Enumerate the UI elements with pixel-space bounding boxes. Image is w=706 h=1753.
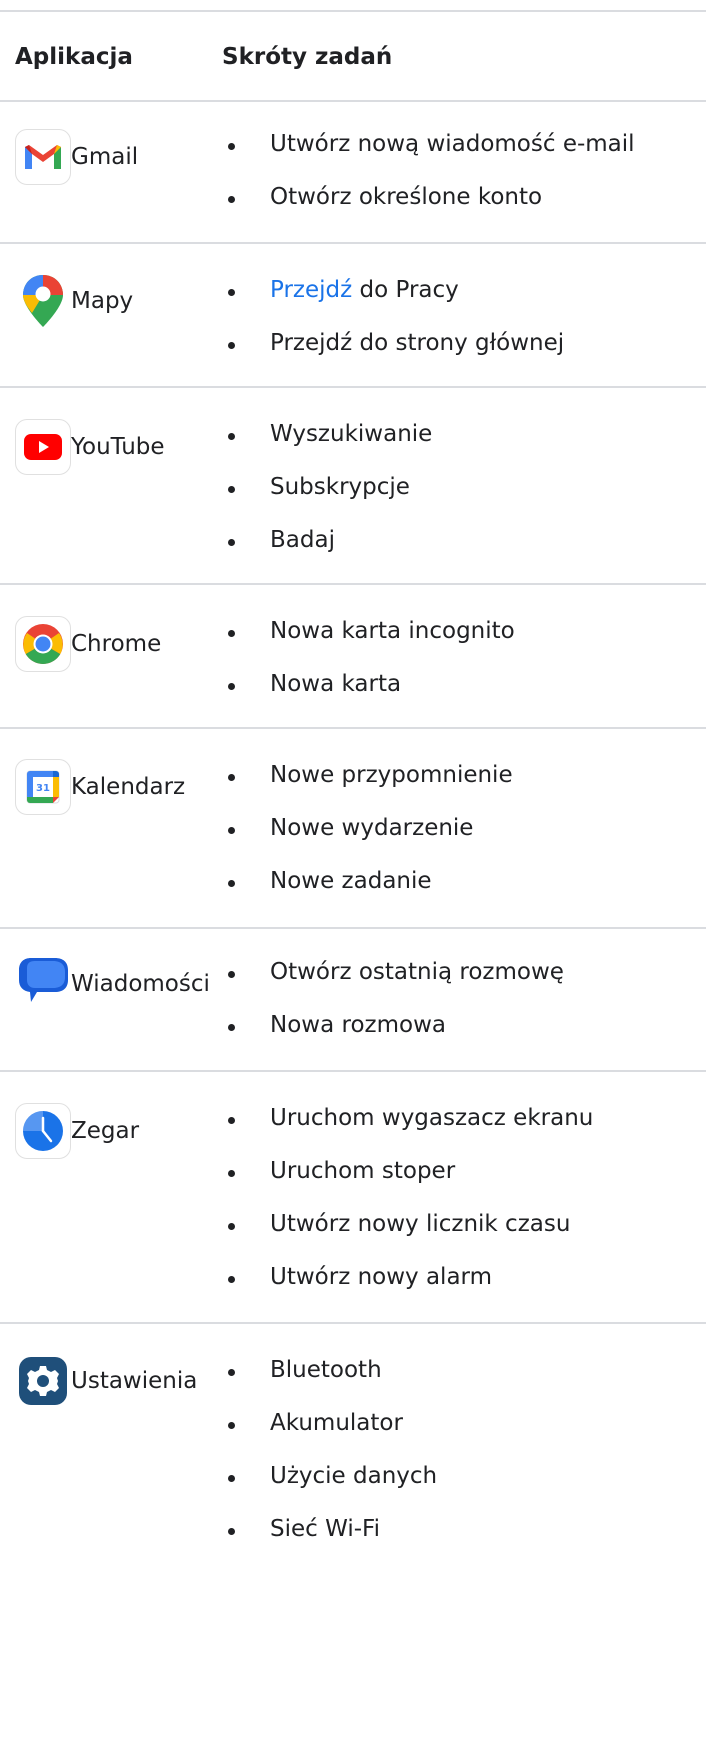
app-cell: Gmail [15,129,138,185]
settings-icon [15,1353,71,1409]
header-app-column: Aplikacja [15,44,133,70]
calendar-icon: 31 [15,759,71,815]
app-cell: Zegar [15,1103,139,1159]
app-name: YouTube [71,434,165,460]
app-name: Zegar [71,1118,140,1144]
app-name: Mapy [71,288,134,314]
row-divider [0,1070,706,1072]
calendar-day-number: 31 [36,783,50,794]
gmail-icon [15,129,71,185]
app-name: Ustawienia [71,1368,198,1394]
header-divider [0,100,706,102]
row-divider [0,583,706,585]
app-cell: Wiadomości [15,956,210,1012]
maps-icon [15,273,71,329]
table-top-divider [0,10,706,12]
app-cell: Mapy [15,273,133,329]
youtube-icon [15,419,71,475]
app-name: Kalendarz [71,774,186,800]
app-name: Chrome [71,631,162,657]
app-cell: 31 Kalendarz [15,759,185,815]
app-cell: Chrome [15,616,161,672]
app-name: Gmail [71,144,139,170]
header-shortcuts-column: Skróty zadań [222,44,393,70]
row-divider [0,242,706,244]
row-divider [0,727,706,729]
clock-icon [15,1103,71,1159]
messages-icon [15,956,71,1012]
app-cell: Ustawienia [15,1353,197,1409]
app-cell: YouTube [15,419,165,475]
app-name: Wiadomości [71,971,210,997]
chrome-icon [15,616,71,672]
przejdz-link[interactable]: Przejdź [270,277,352,303]
row-divider [0,1322,706,1324]
row-divider [0,927,706,929]
row-divider [0,386,706,388]
